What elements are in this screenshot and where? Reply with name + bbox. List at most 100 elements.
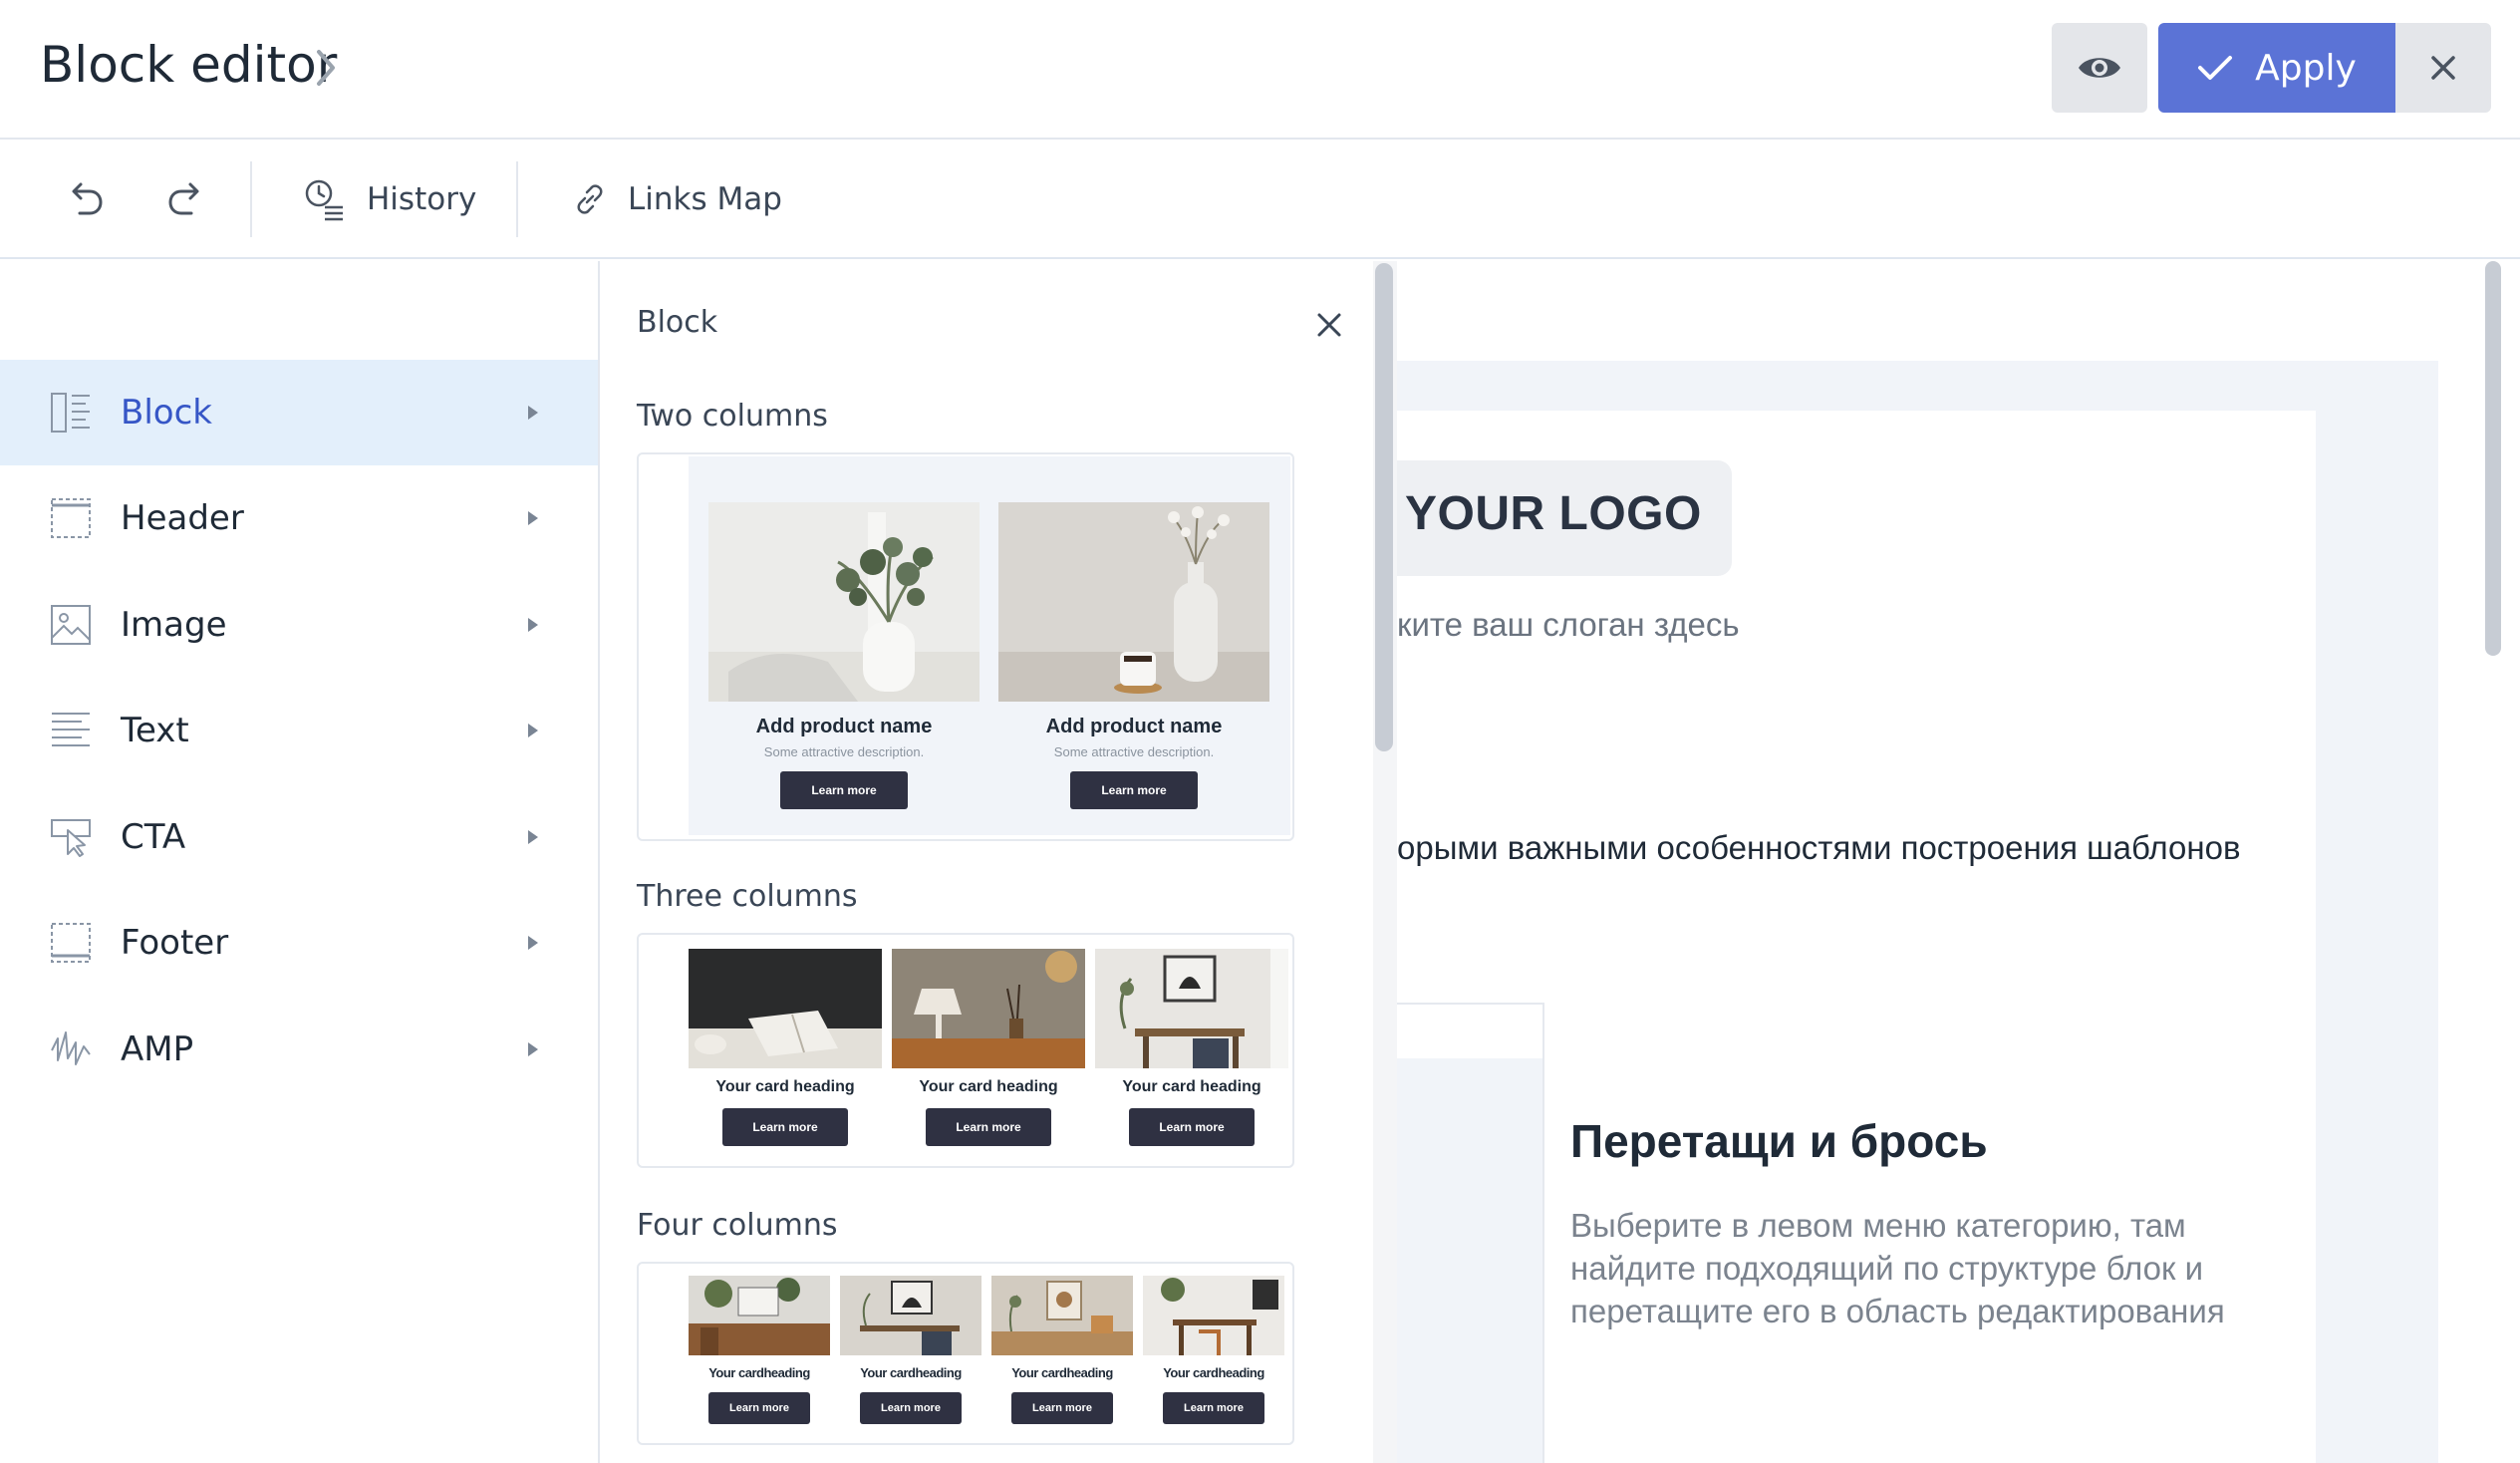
sidebar: Block Header Image Text CTA Footer AMP — [0, 261, 600, 1463]
learn-more-button: Learn more — [722, 1108, 848, 1146]
sidebar-item-label: CTA — [121, 817, 186, 857]
editor-canvas: YOUR LOGO ките ваш слоган здесь орыми ва… — [1397, 261, 2520, 1463]
card-heading: Your cardheading — [708, 1365, 810, 1380]
body-text[interactable]: орыми важными особенностями построения ш… — [1397, 829, 2241, 867]
card-heading: Your card heading — [715, 1078, 855, 1095]
card-heading: Your cardheading — [860, 1365, 962, 1380]
preview-button[interactable] — [2052, 23, 2147, 113]
drop-zone-text: Выберите в левом меню категорию, там най… — [1570, 1207, 2225, 1329]
caret-right-icon — [528, 830, 538, 844]
sidebar-item-label: Header — [121, 498, 244, 538]
canvas-scrollbar-thumb[interactable] — [2485, 261, 2501, 656]
template-four-columns[interactable]: Your cardheading Learn more Your cardhea… — [637, 1262, 1294, 1445]
learn-more-button: Learn more — [1011, 1392, 1113, 1424]
sidebar-item-cta[interactable]: CTA — [0, 784, 598, 890]
link-icon — [577, 184, 603, 214]
sidebar-item-label: Text — [121, 711, 189, 750]
card-column: Your card heading Learn more — [1095, 949, 1288, 1146]
product-description: Some attractive description. — [1053, 744, 1215, 759]
card-image — [892, 949, 1085, 1068]
top-bar: Block editor Apply — [0, 0, 2520, 140]
caret-right-icon — [528, 406, 538, 420]
toolbar: History Links Map — [0, 140, 2520, 259]
learn-more-button: Learn more — [1070, 771, 1198, 809]
sidebar-item-header[interactable]: Header — [0, 465, 598, 571]
section-title-two-columns: Two columns — [637, 399, 828, 434]
slogan-text[interactable]: ките ваш слоган здесь — [1397, 606, 1740, 644]
sidebar-item-label: Block — [121, 393, 212, 433]
sidebar-item-text[interactable]: Text — [0, 678, 598, 783]
sidebar-item-label: AMP — [121, 1029, 194, 1069]
learn-more-button: Learn more — [860, 1392, 962, 1424]
card-image — [1095, 949, 1288, 1068]
card-column: Your card heading Learn more — [689, 949, 882, 1146]
card-image — [689, 1276, 830, 1355]
close-editor-button[interactable] — [2395, 23, 2491, 113]
header-icon — [51, 498, 91, 538]
product-image — [998, 502, 1269, 702]
sidebar-item-label: Image — [121, 605, 227, 645]
section-title-four-columns: Four columns — [637, 1208, 838, 1243]
redo-icon — [168, 182, 199, 215]
sidebar-item-label: Footer — [121, 923, 229, 963]
card-column: Your card heading Learn more — [892, 949, 1085, 1146]
product-name: Add product name — [755, 716, 933, 737]
product-description: Some attractive description. — [763, 744, 925, 759]
section-title-three-columns: Three columns — [637, 879, 858, 914]
template-three-columns[interactable]: Your card heading Learn more Your card h… — [637, 933, 1294, 1168]
card-column: Your cardheading Learn more — [689, 1276, 830, 1424]
learn-more-button: Learn more — [1129, 1108, 1255, 1146]
cta-icon — [51, 819, 91, 857]
close-icon[interactable] — [1309, 305, 1349, 345]
card-column: Your cardheading Learn more — [840, 1276, 981, 1424]
text-icon — [52, 713, 90, 746]
undo-icon — [72, 182, 103, 215]
caret-right-icon — [528, 511, 538, 525]
caret-right-icon — [528, 1042, 538, 1056]
caret-right-icon — [528, 618, 538, 632]
sidebar-item-amp[interactable]: AMP — [0, 997, 598, 1102]
sidebar-item-footer[interactable]: Footer — [0, 890, 598, 996]
learn-more-button: Learn more — [926, 1108, 1051, 1146]
undo-button[interactable] — [66, 167, 106, 231]
apply-button[interactable]: Apply — [2158, 23, 2395, 113]
sidebar-item-block[interactable]: Block — [0, 360, 598, 465]
card-heading: Your card heading — [1122, 1078, 1261, 1095]
redo-button[interactable] — [165, 167, 205, 231]
drop-zone-title: Перетащи и брось — [1570, 1115, 1988, 1167]
template-preview: Add product name Some attractive descrip… — [689, 456, 1290, 835]
caret-right-icon — [528, 936, 538, 950]
panel-scrollbar-thumb[interactable] — [1375, 263, 1393, 751]
image-placeholder-fill — [1397, 1058, 1542, 1463]
card-image — [991, 1276, 1133, 1355]
toolbar-divider — [250, 161, 252, 237]
block-panel: Block Two columns Add product name Some … — [600, 261, 1397, 1463]
learn-more-button: Learn more — [1163, 1392, 1264, 1424]
logo-text: YOUR LOGO — [1405, 487, 1702, 540]
image-icon — [51, 605, 91, 645]
card-heading: Your cardheading — [1163, 1365, 1264, 1380]
sidebar-item-image[interactable]: Image — [0, 572, 598, 678]
product-image — [708, 502, 980, 702]
amp-icon — [51, 1031, 91, 1065]
links-map-button[interactable]: Links Map — [572, 167, 782, 231]
toolbar-divider — [516, 161, 518, 237]
chevron-right-icon[interactable] — [311, 42, 341, 94]
learn-more-button: Learn more — [708, 1392, 810, 1424]
footer-icon — [51, 923, 91, 963]
card-image — [1143, 1276, 1284, 1355]
history-label: History — [367, 181, 477, 217]
card-heading: Your card heading — [919, 1078, 1058, 1095]
history-button[interactable]: History — [303, 167, 476, 231]
block-icon — [51, 393, 90, 433]
check-icon — [2198, 56, 2233, 80]
panel-title: Block — [637, 305, 718, 340]
card-image — [840, 1276, 981, 1355]
learn-more-button: Learn more — [780, 771, 908, 809]
product-name: Add product name — [1045, 716, 1223, 737]
card-column: Your cardheading Learn more — [991, 1276, 1133, 1424]
template-two-columns[interactable]: Add product name Some attractive descrip… — [637, 452, 1294, 841]
card-image — [689, 949, 882, 1068]
apply-label: Apply — [2255, 47, 2357, 89]
product-column: Add product name Some attractive descrip… — [708, 502, 980, 809]
